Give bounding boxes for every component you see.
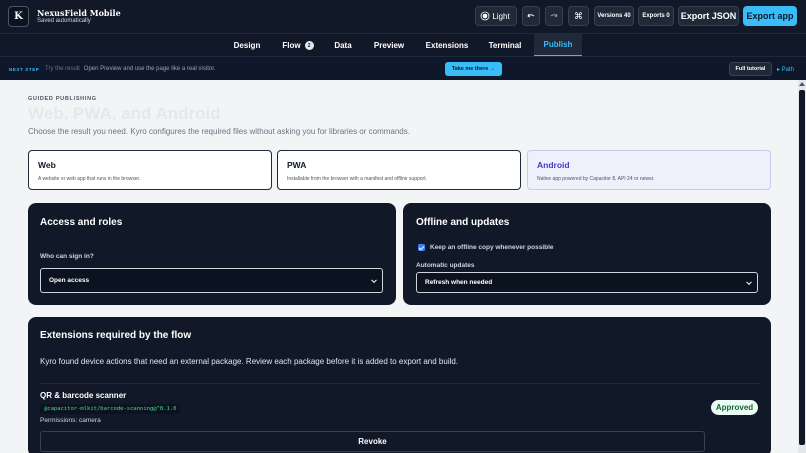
redo-icon <box>550 13 558 18</box>
save-status: Saved automatically <box>37 18 91 24</box>
page-title: Web, PWA, and Android <box>28 104 221 123</box>
extensions-panel: Extensions required by the flow Kyro fou… <box>28 317 771 453</box>
next-step-text: Try the result Open Preview and use the p… <box>45 66 216 72</box>
tab-publish[interactable]: Publish <box>534 34 582 57</box>
offline-title: Offline and updates <box>416 217 510 228</box>
tab-label: Data <box>334 41 352 50</box>
command-icon: ⌘ <box>574 10 583 21</box>
flow-count-badge: 2 <box>304 41 314 50</box>
tab-label: Extensions <box>425 41 469 50</box>
section-eyebrow: GUIDED PUBLISHING <box>28 96 97 102</box>
divider <box>40 383 759 384</box>
tab-flow[interactable]: Flow 2 <box>274 34 322 57</box>
tab-label: Design <box>233 41 261 50</box>
target-android-card[interactable]: Android Native app powered by Capacitor … <box>527 150 771 190</box>
extensions-title: Extensions required by the flow <box>40 330 192 341</box>
undo-button[interactable] <box>522 6 540 26</box>
package-permissions: Permissions: camera <box>40 417 101 424</box>
theme-toggle-button[interactable]: Light <box>475 6 517 26</box>
target-description: Native app powered by Capacitor 8, API 2… <box>537 176 655 182</box>
updates-label: Automatic updates <box>416 262 475 269</box>
updates-select[interactable]: Refresh when needed <box>416 272 758 293</box>
exports-button[interactable]: Exports 0 <box>638 6 674 26</box>
next-step-bar: NEXT STEP Try the result Open Preview and… <box>0 56 806 80</box>
next-step-detail: Open Preview and use the page like a rea… <box>83 66 216 72</box>
redo-button[interactable] <box>545 6 563 26</box>
chevron-down-icon <box>371 276 377 283</box>
target-description: Installable from the browser with a mani… <box>287 176 427 182</box>
tab-extensions[interactable]: Extensions <box>418 34 476 57</box>
export-json-button[interactable]: Export JSON <box>678 6 739 26</box>
offline-copy-label: Keep an offline copy whenever possible <box>430 244 554 251</box>
offline-copy-checkbox[interactable] <box>418 244 425 251</box>
access-panel: Access and roles Who can sign in? Open a… <box>28 203 396 305</box>
tab-label: Preview <box>373 41 405 50</box>
target-web-card[interactable]: Web A website or web app that runs in th… <box>28 150 272 190</box>
tab-label: Publish <box>543 40 573 49</box>
export-app-button[interactable]: Export app <box>743 6 797 26</box>
package-id: @capacitor-mlkit/barcode-scanning@^8.1.0 <box>40 404 181 414</box>
updates-value: Refresh when needed <box>425 279 493 286</box>
target-pwa-card[interactable]: PWA Installable from the browser with a … <box>277 150 521 190</box>
versions-button[interactable]: Versions 40 <box>594 6 634 26</box>
take-me-there-button[interactable]: Take me there → <box>445 62 502 76</box>
signin-value: Open access <box>49 277 90 284</box>
signin-label: Who can sign in? <box>40 253 94 260</box>
target-title: PWA <box>287 160 307 170</box>
app-logo: K <box>8 6 29 27</box>
offline-panel: Offline and updates Keep an offline copy… <box>403 203 771 305</box>
next-step-title: Try the result <box>45 66 80 72</box>
tab-data[interactable]: Data <box>326 34 360 57</box>
tab-design[interactable]: Design <box>224 34 270 57</box>
theme-label: Light <box>492 11 510 21</box>
scroll-up-icon[interactable] <box>799 82 805 86</box>
sun-icon <box>482 13 488 19</box>
app-name: NexusField Mobile <box>37 8 121 18</box>
top-bar: K NexusField Mobile Saved automatically … <box>0 0 806 33</box>
tab-label: Terminal <box>488 41 522 50</box>
extensions-description: Kyro found device actions that need an e… <box>40 357 459 366</box>
tab-label: Flow <box>282 41 301 50</box>
command-palette-button[interactable]: ⌘ <box>568 6 589 26</box>
tab-terminal[interactable]: Terminal <box>480 34 530 57</box>
chevron-down-icon <box>746 278 752 285</box>
tab-preview[interactable]: Preview <box>365 34 413 57</box>
target-title: Web <box>38 160 56 170</box>
target-description: A website or web app that runs in the br… <box>38 176 141 182</box>
undo-icon <box>527 13 535 18</box>
page-description: Choose the result you need. Kyro configu… <box>28 127 410 136</box>
target-title: Android <box>537 160 570 170</box>
access-title: Access and roles <box>40 217 123 228</box>
next-step-label: NEXT STEP <box>9 67 40 72</box>
signin-select[interactable]: Open access <box>40 268 383 293</box>
main-nav: Design Flow 2 Data Preview Extensions Ter… <box>0 33 806 57</box>
package-name: QR & barcode scanner <box>40 391 127 400</box>
path-toggle[interactable]: ▸ Path <box>777 66 794 73</box>
full-tutorial-button[interactable]: Full tutorial <box>729 62 772 76</box>
status-badge: Approved <box>711 400 758 415</box>
revoke-button[interactable]: Revoke <box>40 431 705 452</box>
scroll-thumb[interactable] <box>799 90 805 445</box>
